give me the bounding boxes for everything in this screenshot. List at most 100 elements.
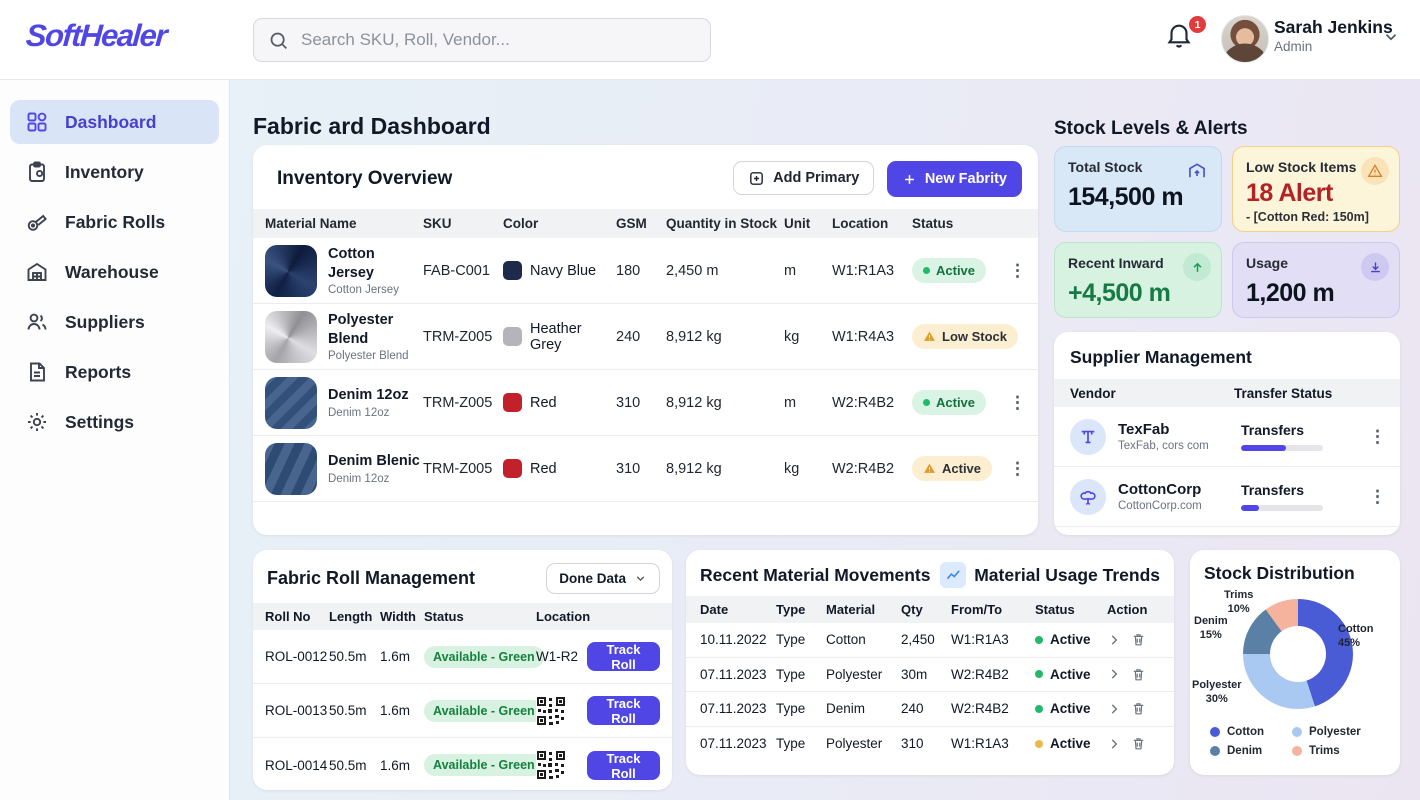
notifications-button[interactable]: 1 (1164, 20, 1204, 60)
color-swatch (503, 327, 522, 346)
user-menu-button[interactable] (1382, 28, 1400, 46)
inventory-overview-title: Inventory Overview (277, 168, 452, 190)
status-badge: Active (912, 258, 986, 283)
fabric-thumbnail (265, 443, 317, 495)
status-badge: Available - Green (424, 754, 544, 776)
main-content: Fabric ard Dashboard Stock Levels & Aler… (230, 80, 1420, 800)
brand-logo: SoftHealer (25, 18, 168, 54)
table-row: 10.11.2022 Type Cotton 2,450 W1:R1A3 Act… (686, 623, 1174, 658)
status-badge: Available - Green (424, 700, 544, 722)
trash-icon[interactable] (1131, 667, 1146, 682)
color-swatch (503, 261, 522, 280)
clipboard-icon (25, 160, 49, 184)
table-row: ROL-0012 50.5m 1.6m Available - Green W1… (253, 630, 672, 684)
sidebar-item-warehouse[interactable]: Warehouse (10, 250, 219, 294)
stock-distribution-card: Stock Distribution Cotton45% Polyester30… (1190, 550, 1400, 775)
chevron-down-icon (634, 572, 647, 585)
table-row: ROL-0014 50.5m 1.6m Available - Green Tr… (253, 738, 672, 792)
inventory-table-header: Material Name SKU Color GSM Quantity in … (253, 209, 1038, 238)
sidebar-item-suppliers[interactable]: Suppliers (10, 300, 219, 344)
track-roll-button[interactable]: Track Roll (587, 642, 660, 671)
sidebar-item-reports[interactable]: Reports (10, 350, 219, 394)
chevron-right-icon[interactable] (1107, 633, 1121, 647)
cottoncorp-logo-icon (1070, 479, 1106, 515)
chart-legend: Cotton Polyester Denim Trims (1210, 726, 1384, 757)
plus-square-icon (748, 170, 765, 187)
fabric-thumbnail (265, 311, 317, 363)
status-dot-icon (1035, 670, 1043, 678)
chevron-down-icon (1382, 28, 1400, 46)
done-data-dropdown[interactable]: Done Data (546, 563, 660, 594)
sidebar-item-label: Dashboard (65, 112, 156, 133)
new-fabric-button[interactable]: New Fabrity (887, 161, 1022, 197)
row-menu-button[interactable]: ⋮ (1002, 394, 1026, 411)
status-badge: Available - Green (424, 646, 544, 668)
color-swatch (503, 393, 522, 412)
arrow-up-icon (1183, 253, 1211, 281)
sidebar: Dashboard Inventory Fabric Rolls Warehou… (0, 80, 230, 800)
warehouse-icon (25, 260, 49, 284)
track-roll-button[interactable]: Track Roll (587, 751, 660, 780)
fabric-thumbnail (265, 245, 317, 297)
fabric-roll-title: Fabric Roll Management (267, 568, 475, 589)
sidebar-item-dashboard[interactable]: Dashboard (10, 100, 219, 144)
status-dot-icon (923, 267, 930, 274)
trash-icon[interactable] (1131, 632, 1146, 647)
trash-icon[interactable] (1131, 736, 1146, 751)
user-name: Sarah Jenkins (1274, 17, 1393, 38)
sidebar-item-settings[interactable]: Settings (10, 400, 219, 444)
warning-icon (1361, 157, 1389, 185)
transfer-progress (1241, 505, 1323, 511)
trash-icon[interactable] (1131, 701, 1146, 716)
texfab-logo-icon (1070, 419, 1106, 455)
search-icon (268, 30, 289, 51)
plus-icon (902, 172, 917, 187)
sidebar-item-label: Warehouse (65, 262, 159, 283)
legend-item: Cotton (1210, 726, 1292, 738)
warehouse-stock-icon (1183, 157, 1211, 185)
list-item: TexFab TexFab, cors com Transfers ⋮ (1054, 407, 1400, 467)
sidebar-item-inventory[interactable]: Inventory (10, 150, 219, 194)
donut-label-trims: Trims10% (1224, 588, 1253, 617)
line-chart-icon (940, 562, 966, 588)
track-roll-button[interactable]: Track Roll (587, 696, 660, 725)
avatar[interactable] (1221, 15, 1269, 63)
dashboard-icon (25, 110, 49, 134)
supplier-management-title: Supplier Management (1054, 332, 1400, 379)
warning-icon (923, 330, 936, 343)
chevron-right-icon[interactable] (1107, 667, 1121, 681)
global-search[interactable] (253, 18, 711, 62)
search-input[interactable] (299, 29, 696, 51)
row-menu-button[interactable]: ⋮ (1002, 460, 1026, 477)
download-icon (1361, 253, 1389, 281)
sidebar-item-fabric-rolls[interactable]: Fabric Rolls (10, 200, 219, 244)
stock-distribution-title: Stock Distribution (1190, 550, 1400, 584)
legend-item: Denim (1210, 745, 1292, 757)
donut-label-polyester: Polyester30% (1192, 678, 1242, 707)
qr-code-icon (536, 696, 566, 726)
row-menu-button[interactable]: ⋮ (1369, 428, 1386, 445)
people-icon (25, 310, 49, 334)
donut-label-cotton: Cotton45% (1338, 622, 1373, 651)
row-menu-button[interactable]: ⋮ (1369, 488, 1386, 505)
add-primary-button[interactable]: Add Primary (733, 161, 874, 195)
chevron-right-icon[interactable] (1107, 702, 1121, 716)
table-row: Cotton JerseyCotton Jersey FAB-C001 Navy… (253, 238, 1038, 304)
recent-movements-card: Recent Material Movements Material Usage… (686, 550, 1174, 775)
supplier-table-header: Vendor Transfer Status (1054, 379, 1400, 407)
recent-inward-card: Recent Inward +4,500 m (1054, 242, 1222, 318)
legend-item: Trims (1292, 745, 1384, 757)
fabric-roll-management-card: Fabric Roll Management Done Data Roll No… (253, 550, 672, 790)
sidebar-item-label: Reports (65, 362, 131, 383)
chevron-right-icon[interactable] (1107, 737, 1121, 751)
status-dot-icon (1035, 740, 1043, 748)
notification-badge: 1 (1189, 16, 1206, 33)
movements-title: Recent Material Movements (700, 565, 931, 586)
table-row: 07.11.2023 Type Denim 240 W2:R4B2 Active (686, 692, 1174, 727)
warning-icon (923, 462, 936, 475)
row-menu-button[interactable]: ⋮ (1002, 262, 1026, 279)
status-badge: Active (912, 456, 992, 481)
legend-item: Polyester (1292, 726, 1384, 738)
fabric-roll-icon (25, 210, 49, 234)
low-stock-card: Low Stock Items 18 Alert - [Cotton Red: … (1232, 146, 1400, 232)
